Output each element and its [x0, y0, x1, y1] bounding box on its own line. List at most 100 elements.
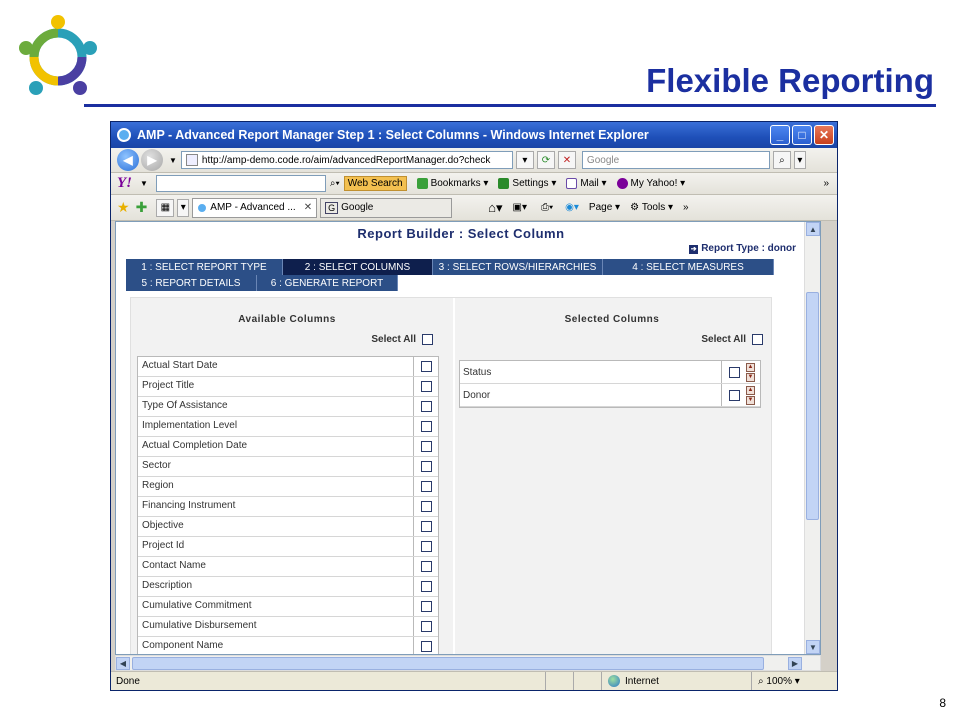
column-checkbox[interactable]	[420, 461, 432, 472]
mail-icon	[566, 178, 578, 189]
wizard-step-5[interactable]: 5 : REPORT DETAILS	[126, 275, 257, 291]
column-checkbox[interactable]	[420, 481, 432, 492]
column-checkbox[interactable]	[420, 621, 432, 632]
address-dropdown-button[interactable]: ▾	[515, 151, 534, 169]
selected-select-all: Select All	[701, 334, 763, 345]
selected-column-checkbox[interactable]	[728, 366, 740, 378]
page-viewport: Report Builder : Select Column ➔ Report T…	[115, 221, 821, 655]
list-item: Project Title	[138, 377, 438, 397]
scroll-thumb[interactable]	[806, 292, 819, 520]
status-bar: Done Internet ⌕ 100% ▾	[111, 671, 837, 690]
wizard-step-1[interactable]: 1 : SELECT REPORT TYPE	[126, 259, 283, 275]
skype-icon[interactable]: ◉▾	[565, 202, 579, 213]
minimize-button[interactable]: _	[770, 125, 790, 145]
refresh-button[interactable]: ⟳	[536, 151, 555, 169]
scroll-left-arrow-icon[interactable]: ◀	[116, 657, 130, 670]
more-chevron-icon[interactable]: »	[823, 178, 829, 189]
list-item: Cumulative Commitment	[138, 597, 438, 617]
favorites-star-icon[interactable]: ★	[117, 199, 130, 216]
history-dropdown-icon[interactable]: ▼	[169, 156, 177, 165]
print-icon[interactable]: ⎙▾	[541, 202, 553, 213]
yahoo-toolbar: Y! ▼ ⌕▾ Web Search Bookmarks ▾ Settings …	[111, 173, 837, 195]
horizontal-scrollbar[interactable]: ◀ ▶	[115, 655, 821, 671]
scroll-down-arrow-icon[interactable]: ▼	[806, 640, 820, 654]
amp-logo-icon	[19, 15, 97, 95]
move-down-icon[interactable]: ▼	[746, 372, 755, 382]
column-checkbox[interactable]	[420, 601, 432, 612]
add-favorites-icon[interactable]: ✚	[136, 199, 148, 216]
tab-google[interactable]: G Google	[320, 197, 453, 218]
search-options-button[interactable]: ▾	[793, 151, 806, 169]
wizard-step-4[interactable]: 4 : SELECT MEASURES	[603, 259, 774, 275]
select-all-checkbox[interactable]	[752, 334, 763, 345]
tab-close-icon[interactable]: ✕	[304, 202, 312, 213]
wizard-step-3[interactable]: 3 : SELECT ROWS/HIERARCHIES	[433, 259, 603, 275]
selected-column-checkbox[interactable]	[728, 389, 740, 401]
column-checkbox[interactable]	[420, 541, 432, 552]
vertical-scrollbar[interactable]: ▲ ▼	[804, 222, 820, 654]
search-input[interactable]: Google	[581, 151, 770, 169]
quick-tabs-icon[interactable]: ▦	[156, 198, 175, 217]
move-up-icon[interactable]: ▲	[746, 385, 755, 395]
yahoo-search-input[interactable]	[155, 175, 326, 192]
column-checkbox[interactable]	[420, 641, 432, 652]
web-search-button[interactable]: Web Search	[343, 176, 407, 191]
slide-title: Flexible Reporting	[646, 62, 934, 99]
column-label: Contact Name	[138, 557, 414, 576]
yahoo-logo[interactable]: Y!	[117, 175, 132, 192]
column-label: Region	[138, 477, 414, 496]
tabs-row: ★ ✚ ▦ ▾ AMP - Advanced ... ✕ G Google ⌂▾…	[111, 195, 837, 221]
list-item: Type Of Assistance	[138, 397, 438, 417]
tab-amp[interactable]: AMP - Advanced ... ✕	[192, 197, 318, 218]
column-label: Objective	[138, 517, 414, 536]
magnifier-icon[interactable]: ⌕▾	[330, 178, 340, 189]
mail-button[interactable]: Mail ▾	[566, 178, 607, 189]
maximize-button[interactable]: □	[792, 125, 812, 145]
move-down-icon[interactable]: ▼	[746, 395, 755, 405]
column-checkbox[interactable]	[420, 521, 432, 532]
feeds-icon[interactable]: ▣▾	[513, 202, 527, 213]
tab-list-button[interactable]: ▾	[177, 198, 190, 217]
selected-columns-panel: Selected Columns Select All Status ▲ ▼ Dono…	[453, 298, 769, 654]
column-checkbox[interactable]	[420, 361, 432, 372]
column-checkbox[interactable]	[420, 401, 432, 412]
my-yahoo-button[interactable]: My Yahoo! ▾	[616, 178, 685, 189]
browser-window: AMP - Advanced Report Manager Step 1 : S…	[110, 121, 838, 691]
hscroll-thumb[interactable]	[132, 657, 764, 670]
more-chevron-icon[interactable]: »	[683, 202, 689, 213]
wizard-step-2[interactable]: 2 : SELECT COLUMNS	[283, 259, 433, 275]
my-yahoo-icon	[616, 178, 628, 189]
column-checkbox[interactable]	[420, 581, 432, 592]
list-item: Region	[138, 477, 438, 497]
search-icon[interactable]: ⌕	[772, 151, 791, 169]
page-menu-button[interactable]: Page ▾	[589, 202, 620, 213]
gear-icon: ⚙	[630, 202, 640, 213]
scroll-right-arrow-icon[interactable]: ▶	[788, 657, 802, 670]
forward-button[interactable]: ▶	[141, 149, 163, 171]
close-button[interactable]: ✕	[814, 125, 834, 145]
arrow-right-icon: ➔	[689, 245, 699, 254]
tools-menu-button[interactable]: ⚙ Tools ▾	[630, 202, 673, 213]
scroll-up-arrow-icon[interactable]: ▲	[806, 222, 820, 236]
zoom-level[interactable]: ⌕ 100% ▾	[751, 672, 837, 690]
settings-button[interactable]: Settings ▾	[498, 178, 556, 189]
column-checkbox[interactable]	[420, 561, 432, 572]
column-checkbox[interactable]	[420, 381, 432, 392]
yahoo-dropdown-icon[interactable]: ▼	[140, 179, 148, 188]
column-label: Implementation Level	[138, 417, 414, 436]
column-label: Financing Instrument	[138, 497, 414, 516]
wizard-step-6[interactable]: 6 : GENERATE REPORT	[257, 275, 398, 291]
home-icon[interactable]: ⌂▾	[488, 200, 502, 216]
selected-column-label: Status	[460, 361, 722, 383]
column-checkbox[interactable]	[420, 421, 432, 432]
window-titlebar[interactable]: AMP - Advanced Report Manager Step 1 : S…	[111, 122, 837, 148]
address-input[interactable]: http://amp-demo.code.ro/aim/advancedRepo…	[180, 151, 513, 169]
column-checkbox[interactable]	[420, 441, 432, 452]
select-all-checkbox[interactable]	[422, 334, 433, 345]
column-checkbox[interactable]	[420, 501, 432, 512]
tab-ie-icon	[197, 202, 208, 213]
move-up-icon[interactable]: ▲	[746, 362, 755, 372]
bookmarks-button[interactable]: Bookmarks ▾	[416, 178, 488, 189]
back-button[interactable]: ◀	[117, 149, 139, 171]
stop-button[interactable]: ✕	[557, 151, 576, 169]
